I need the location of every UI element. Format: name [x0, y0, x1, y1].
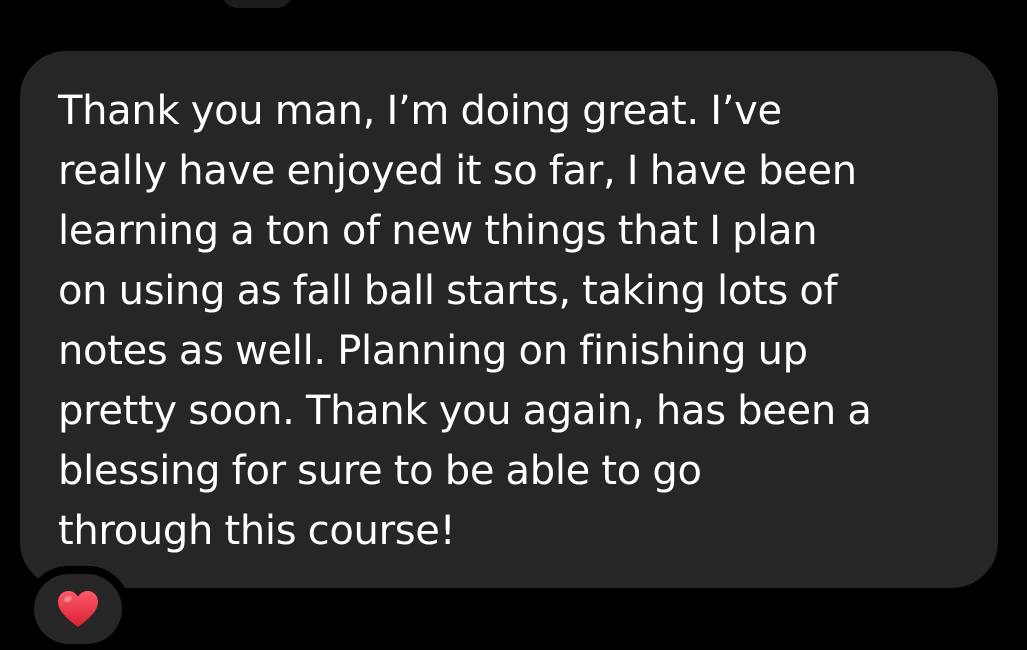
red-heart-icon — [58, 591, 98, 627]
reaction-badge-inner[interactable] — [34, 574, 122, 644]
message-text: Thank you man, I’m doing great. I’ve rea… — [58, 81, 978, 561]
message-line: blessing for sure to be able to go — [58, 448, 702, 494]
reaction-badge[interactable] — [26, 566, 130, 650]
message-line: through this course! — [58, 508, 456, 554]
message-line: learning a ton of new things that I plan — [58, 208, 818, 254]
message-line: notes as well. Planning on finishing up — [58, 328, 808, 374]
message-line: really have enjoyed it so far, I have be… — [58, 148, 857, 194]
message-line: on using as fall ball starts, taking lot… — [58, 268, 838, 314]
message-line: pretty soon. Thank you again, has been a — [58, 388, 872, 434]
message-bubble[interactable]: Thank you man, I’m doing great. I’ve rea… — [20, 51, 998, 588]
previous-message-stub — [222, 0, 292, 8]
message-line: Thank you man, I’m doing great. I’ve — [58, 88, 782, 134]
